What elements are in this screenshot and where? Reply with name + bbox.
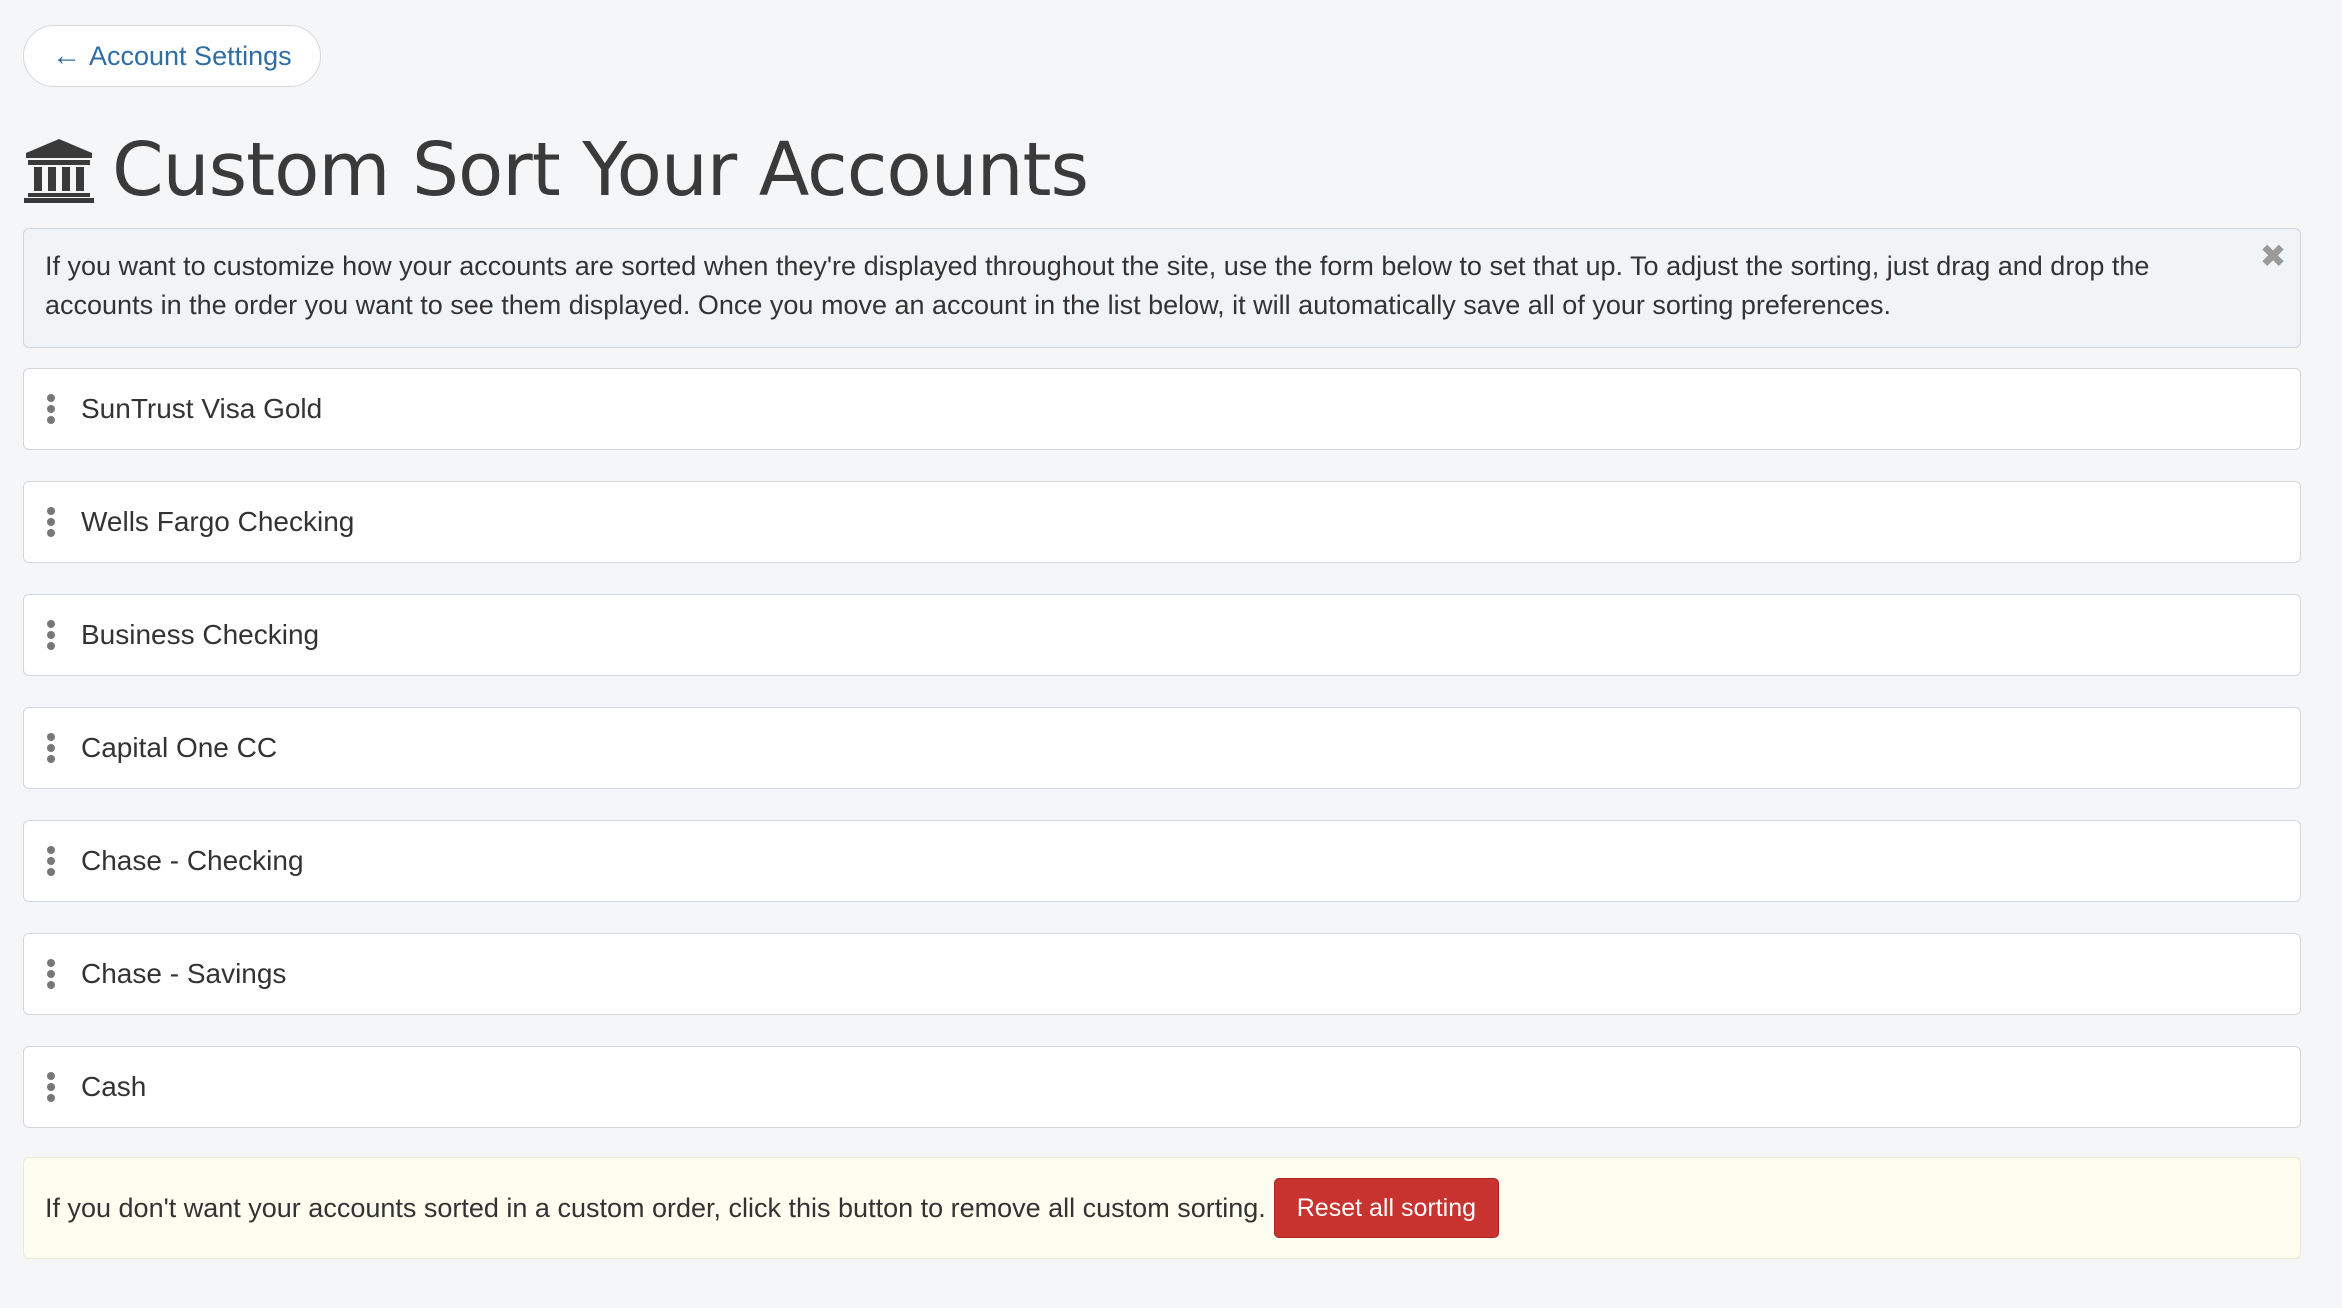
info-alert-text: If you want to customize how your accoun… bbox=[45, 251, 2150, 320]
close-icon[interactable]: ✖ bbox=[2256, 238, 2290, 274]
account-name: Capital One CC bbox=[81, 732, 278, 763]
account-sort-item[interactable]: Wells Fargo Checking bbox=[23, 481, 2301, 563]
drag-handle-icon[interactable] bbox=[45, 620, 57, 650]
account-name: Cash bbox=[81, 1071, 147, 1102]
account-name: Business Checking bbox=[81, 619, 320, 650]
account-sort-item[interactable]: Capital One CC bbox=[23, 707, 2301, 789]
back-arrow-icon: ← bbox=[52, 39, 81, 72]
page-header: Custom Sort Your Accounts bbox=[24, 120, 1089, 220]
drag-handle-icon[interactable] bbox=[45, 394, 57, 424]
reset-sorting-text: If you don't want your accounts sorted i… bbox=[45, 1192, 1266, 1223]
account-name: Chase - Checking bbox=[81, 845, 304, 876]
account-sort-item[interactable]: Business Checking bbox=[23, 594, 2301, 676]
bank-icon bbox=[24, 139, 94, 203]
page-title: Custom Sort Your Accounts bbox=[112, 127, 1089, 213]
back-to-account-settings-button[interactable]: ← Account Settings bbox=[23, 25, 321, 87]
reset-sorting-alert: If you don't want your accounts sorted i… bbox=[23, 1157, 2301, 1259]
account-name: SunTrust Visa Gold bbox=[81, 393, 323, 424]
reset-all-sorting-button[interactable]: Reset all sorting bbox=[1273, 1178, 1499, 1238]
sorting-info-alert: If you want to customize how your accoun… bbox=[23, 228, 2301, 348]
account-sort-item[interactable]: SunTrust Visa Gold bbox=[23, 368, 2301, 450]
drag-handle-icon[interactable] bbox=[45, 507, 57, 537]
drag-handle-icon[interactable] bbox=[45, 733, 57, 763]
account-sort-item[interactable]: Cash bbox=[23, 1046, 2301, 1128]
account-name: Wells Fargo Checking bbox=[81, 506, 355, 537]
drag-handle-icon[interactable] bbox=[45, 959, 57, 989]
drag-handle-icon[interactable] bbox=[45, 1072, 57, 1102]
account-sort-item[interactable]: Chase - Savings bbox=[23, 933, 2301, 1015]
account-name: Chase - Savings bbox=[81, 958, 287, 989]
sortable-account-list: SunTrust Visa Gold Wells Fargo Checking Bu… bbox=[23, 368, 2301, 1159]
account-sort-item[interactable]: Chase - Checking bbox=[23, 820, 2301, 902]
back-button-label: Account Settings bbox=[89, 40, 292, 71]
drag-handle-icon[interactable] bbox=[45, 846, 57, 876]
